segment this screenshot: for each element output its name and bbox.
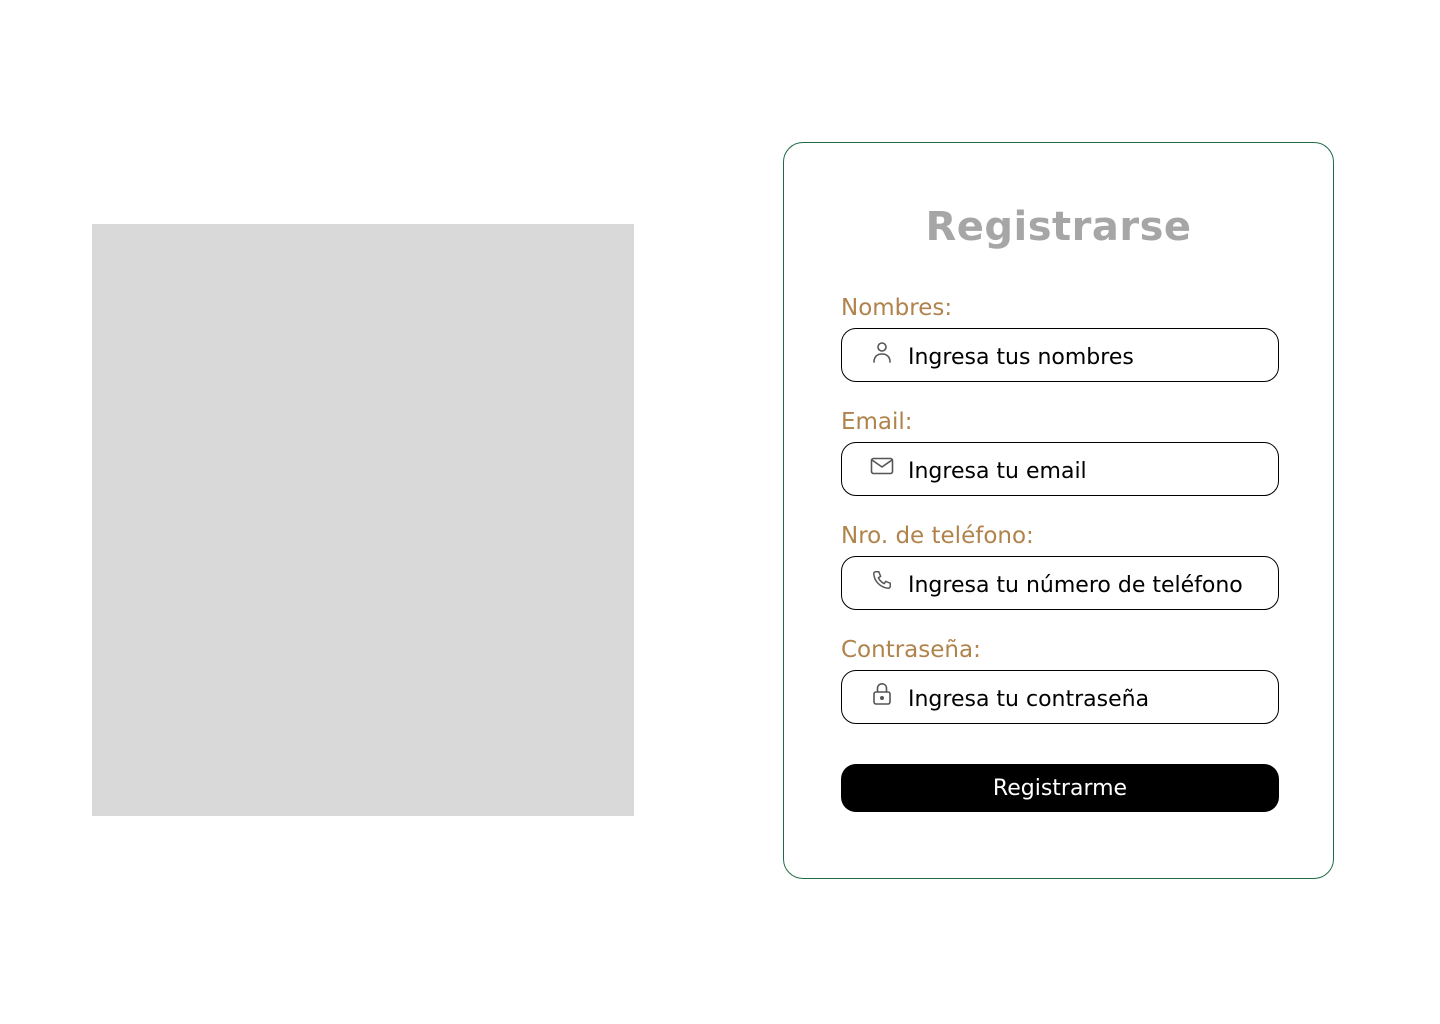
register-button[interactable]: Registrarme [841,764,1279,812]
phone-input[interactable]: Ingresa tu número de teléfono [841,556,1279,610]
phone-label: Nro. de teléfono: [841,523,1034,549]
phone-placeholder: Ingresa tu número de teléfono [908,573,1243,598]
password-input[interactable]: Ingresa tu contraseña [841,670,1279,724]
image-placeholder [92,224,634,816]
user-icon [870,340,894,364]
form-title: Registrarse [925,204,1192,250]
names-placeholder: Ingresa tus nombres [908,345,1134,370]
lock-icon [870,682,894,706]
names-label: Nombres: [841,295,953,321]
phone-icon [870,568,894,592]
names-input[interactable]: Ingresa tus nombres [841,328,1279,382]
register-card: Registrarse Nombres: Ingresa tus nombres… [783,142,1334,879]
mail-icon [870,454,894,478]
email-label: Email: [841,409,913,435]
email-input[interactable]: Ingresa tu email [841,442,1279,496]
email-placeholder: Ingresa tu email [908,459,1087,484]
password-label: Contraseña: [841,637,981,663]
password-placeholder: Ingresa tu contraseña [908,687,1150,712]
